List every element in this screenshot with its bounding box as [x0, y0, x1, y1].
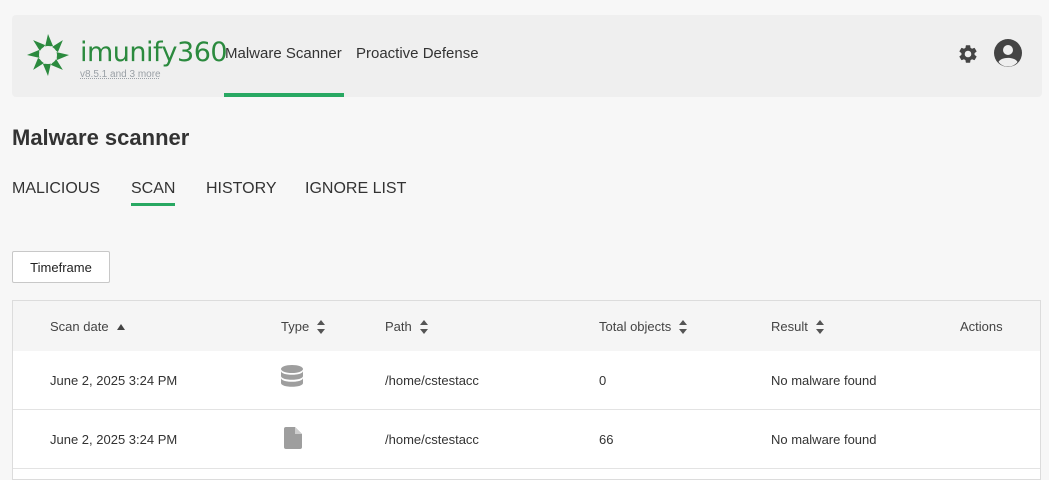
column-label: Result — [771, 319, 808, 334]
column-label: Path — [385, 319, 412, 334]
column-scan-date[interactable]: Scan date — [50, 319, 125, 334]
total-objects: 0 — [599, 373, 607, 388]
column-type[interactable]: Type — [281, 319, 326, 334]
sort-icon — [679, 319, 688, 334]
version-link[interactable]: v8.5.1 and 3 more — [80, 69, 161, 80]
nav-malware-scanner[interactable]: Malware Scanner — [224, 45, 344, 97]
scan-result: No malware found — [771, 373, 877, 388]
tab-malicious[interactable]: MALICIOUS — [12, 180, 100, 198]
nav-proactive-defense[interactable]: Proactive Defense — [356, 45, 479, 62]
column-actions: Actions — [960, 319, 1003, 334]
column-label: Type — [281, 319, 310, 334]
scan-result: No malware found — [771, 432, 877, 447]
tab-ignore-list[interactable]: IGNORE LIST — [305, 180, 406, 198]
column-label: Scan date — [50, 319, 109, 334]
scan-path: /home/cstestacc — [385, 432, 479, 447]
page-title: Malware scanner — [12, 125, 190, 150]
table-row[interactable]: June 2, 2025 3:24 PM /home/cstestacc 66 … — [13, 410, 1040, 469]
timeframe-button[interactable]: Timeframe — [12, 251, 110, 283]
sort-icon — [419, 319, 428, 334]
tab-history[interactable]: HISTORY — [206, 180, 277, 198]
sort-icon — [317, 319, 326, 334]
column-total-objects[interactable]: Total objects — [599, 319, 688, 334]
scan-path: /home/cstestacc — [385, 373, 479, 388]
total-objects: 66 — [599, 432, 614, 447]
column-result[interactable]: Result — [771, 319, 824, 334]
scan-date: June 2, 2025 3:24 PM — [50, 432, 178, 447]
brand-name: imunify360 — [80, 37, 228, 68]
user-avatar-icon[interactable] — [994, 39, 1022, 67]
column-path[interactable]: Path — [385, 319, 428, 334]
scan-date: June 2, 2025 3:24 PM — [50, 373, 178, 388]
file-icon — [284, 427, 302, 449]
column-label: Total objects — [599, 319, 672, 334]
table-header: Scan date Type Path Total objects Result… — [13, 301, 1040, 352]
gear-icon[interactable] — [957, 43, 979, 65]
app-header: imunify360 v8.5.1 and 3 more Malware Sca… — [12, 15, 1042, 97]
table-row[interactable]: June 2, 2025 3:24 PM /home/cstestacc 0 N… — [13, 351, 1040, 410]
column-label: Actions — [960, 319, 1003, 334]
imunify-logo-icon — [27, 34, 69, 76]
sort-asc-icon — [116, 323, 125, 330]
scan-table: Scan date Type Path Total objects Result… — [12, 300, 1041, 480]
imunify-logo[interactable]: imunify360 v8.5.1 and 3 more — [26, 32, 228, 92]
tab-scan[interactable]: SCAN — [131, 180, 176, 206]
database-icon — [281, 365, 303, 387]
sort-icon — [815, 319, 824, 334]
